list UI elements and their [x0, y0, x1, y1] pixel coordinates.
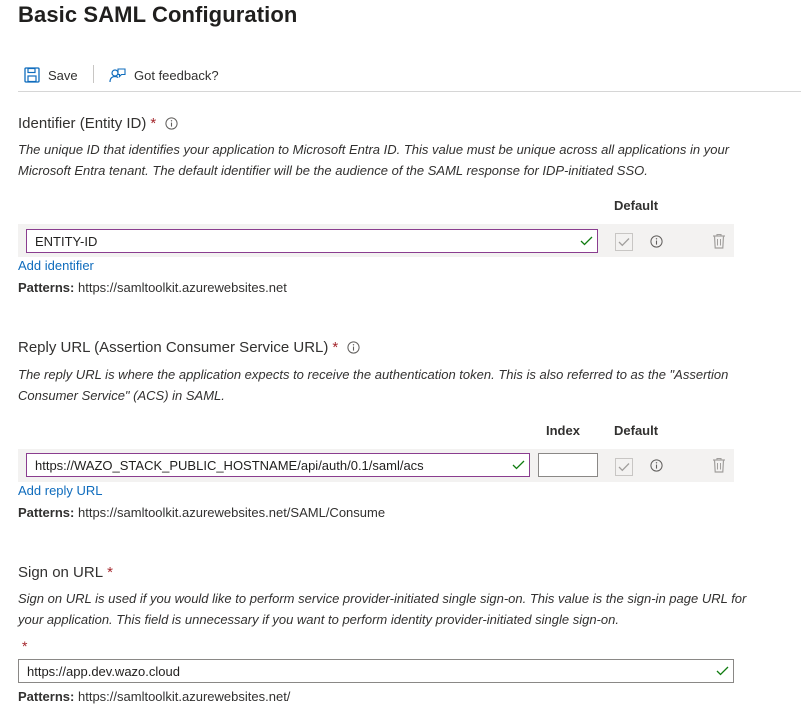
identifier-description: The unique ID that identifies your appli…	[18, 142, 730, 178]
valid-check-icon	[575, 236, 597, 246]
default-checkbox[interactable]	[615, 458, 633, 476]
default-column-header: Default	[614, 423, 659, 438]
reply-url-heading-text: Reply URL (Assertion Consumer Service UR…	[18, 339, 329, 356]
required-mark: *	[332, 339, 339, 356]
identifier-heading: Identifier (Entity ID) *	[18, 115, 178, 132]
reply-url-description: The reply URL is where the application e…	[18, 367, 729, 403]
toolbar-divider	[93, 65, 94, 83]
save-label: Save	[48, 67, 78, 83]
required-mark: *	[150, 115, 157, 132]
sign-on-url-heading: Sign on URL *	[18, 564, 113, 581]
sign-on-url-input[interactable]: https://app.dev.wazo.cloud	[18, 659, 734, 683]
reply-url-input[interactable]: https://WAZO_STACK_PUBLIC_HOSTNAME/api/a…	[26, 453, 530, 477]
sign-on-url-description: Sign on URL is used if you would like to…	[18, 591, 747, 627]
feedback-button[interactable]: Got feedback?	[109, 64, 219, 86]
valid-check-icon	[711, 666, 733, 676]
save-button[interactable]: Save	[24, 64, 78, 86]
required-mark: *	[107, 564, 113, 581]
default-checkbox[interactable]	[615, 233, 633, 251]
reply-url-input-value: https://WAZO_STACK_PUBLIC_HOSTNAME/api/a…	[35, 457, 424, 473]
add-reply-url-link[interactable]: Add reply URL	[18, 483, 103, 498]
field-required-mark: *	[22, 638, 28, 654]
patterns-value: https://samltoolkit.azurewebsites.net/SA…	[77, 505, 386, 520]
reply-url-heading: Reply URL (Assertion Consumer Service UR…	[18, 339, 360, 356]
index-column-header: Index	[546, 423, 580, 438]
index-input[interactable]	[538, 453, 598, 477]
identifier-heading-text: Identifier (Entity ID)	[18, 115, 147, 132]
feedback-icon	[109, 67, 126, 82]
patterns-label: Patterns:	[18, 505, 75, 520]
patterns-value: https://samltoolkit.azurewebsites.net/	[77, 689, 291, 704]
feedback-label: Got feedback?	[134, 67, 219, 83]
toolbar: Save Got feedback?	[18, 60, 801, 92]
info-icon[interactable]	[649, 458, 663, 472]
add-identifier-link[interactable]: Add identifier	[18, 258, 94, 273]
delete-icon[interactable]	[711, 456, 727, 474]
patterns-label: Patterns:	[18, 280, 75, 295]
save-icon	[24, 67, 40, 83]
page-title: Basic SAML Configuration	[18, 2, 298, 27]
reply-url-patterns: Patterns: https://samltoolkit.azurewebsi…	[18, 505, 385, 520]
patterns-label: Patterns:	[18, 689, 75, 704]
info-icon[interactable]	[347, 341, 360, 354]
patterns-value: https://samltoolkit.azurewebsites.net	[77, 280, 287, 295]
identifier-input-value: ENTITY-ID	[35, 233, 98, 249]
delete-icon[interactable]	[711, 232, 727, 250]
info-icon[interactable]	[165, 117, 178, 130]
identifier-patterns: Patterns: https://samltoolkit.azurewebsi…	[18, 280, 287, 295]
identifier-input[interactable]: ENTITY-ID	[26, 229, 598, 253]
sign-on-url-input-value: https://app.dev.wazo.cloud	[27, 663, 180, 679]
sign-on-url-heading-text: Sign on URL	[18, 564, 104, 581]
info-icon[interactable]	[649, 234, 663, 248]
default-column-header: Default	[614, 198, 659, 213]
sign-on-url-patterns: Patterns: https://samltoolkit.azurewebsi…	[18, 689, 290, 704]
valid-check-icon	[507, 460, 529, 470]
